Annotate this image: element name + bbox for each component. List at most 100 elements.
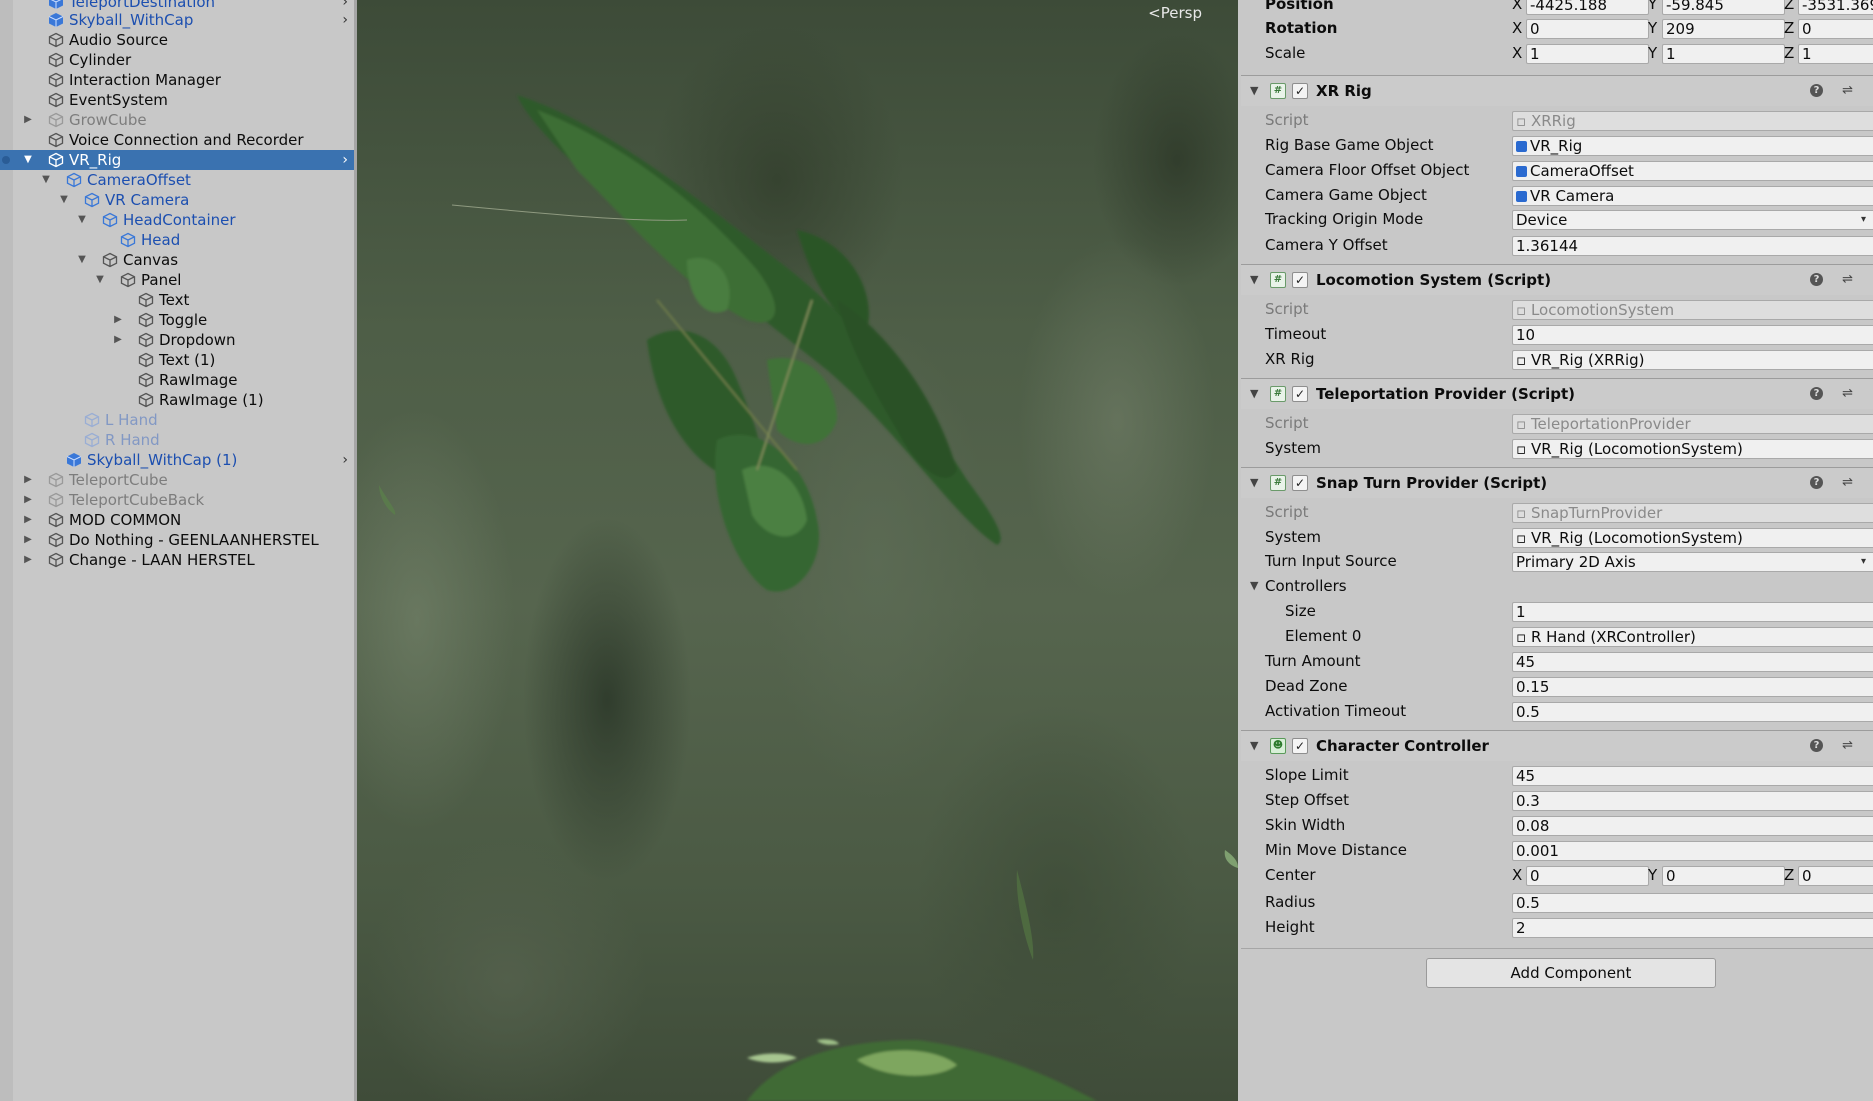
element0-field[interactable]: ▫ R Hand (XRController) [1512, 627, 1873, 647]
scene-view[interactable]: <Persp [357, 0, 1238, 1101]
hierarchy-item[interactable]: ▶ TeleportCubeBack [0, 490, 354, 510]
hierarchy-item[interactable]: ▼ VR Camera [0, 190, 354, 210]
help-icon[interactable]: ? [1810, 84, 1823, 97]
help-icon[interactable]: ? [1810, 476, 1823, 489]
rotation-y-field[interactable]: 209 [1662, 19, 1785, 39]
teleportation-provider-header[interactable]: ▼ # ✓ Teleportation Provider (Script) ? … [1241, 378, 1873, 409]
position-y-field[interactable]: -59.845 [1662, 0, 1785, 15]
center-y-field[interactable]: 0 [1662, 866, 1785, 886]
help-icon[interactable]: ? [1810, 273, 1823, 286]
system-field[interactable]: ▫ VR_Rig (LocomotionSystem) [1512, 439, 1873, 459]
hierarchy-item[interactable]: ▶ Toggle [0, 310, 354, 330]
activation-timeout-field[interactable]: 0.5 [1512, 702, 1873, 722]
foldout-right-icon[interactable]: ▶ [112, 330, 124, 350]
scale-y-field[interactable]: 1 [1662, 44, 1785, 64]
hierarchy-item[interactable]: RawImage (1) [0, 390, 354, 410]
foldout-right-icon[interactable]: ▶ [22, 530, 34, 550]
xr-rig-header[interactable]: ▼ # ✓ XR Rig ? ⇌ [1241, 75, 1873, 106]
camera-go-field[interactable]: VR Camera [1512, 186, 1873, 206]
open-prefab-arrow-icon[interactable]: › [342, 450, 348, 470]
size-field[interactable]: 1 [1512, 602, 1873, 622]
hierarchy-item[interactable]: R Hand [0, 430, 354, 450]
presets-icon[interactable]: ⇌ [1842, 468, 1853, 498]
hierarchy-item[interactable]: Head [0, 230, 354, 250]
step-offset-field[interactable]: 0.3 [1512, 791, 1873, 811]
add-component-button[interactable]: Add Component [1426, 958, 1716, 988]
hierarchy-item[interactable]: Text [0, 290, 354, 310]
foldout-down-icon[interactable]: ▼ [22, 150, 34, 170]
min-move-distance-field[interactable]: 0.001 [1512, 841, 1873, 861]
enabled-checkbox[interactable]: ✓ [1292, 272, 1308, 288]
enabled-checkbox[interactable]: ✓ [1292, 475, 1308, 491]
tracking-origin-dropdown[interactable]: Device ▾ [1512, 210, 1873, 230]
rotation-x-field[interactable]: 0 [1526, 19, 1649, 39]
hierarchy-item[interactable]: Voice Connection and Recorder [0, 130, 354, 150]
hierarchy-item[interactable]: RawImage [0, 370, 354, 390]
foldout-down-icon[interactable]: ▼ [94, 270, 106, 290]
turn-amount-field[interactable]: 45 [1512, 652, 1873, 672]
presets-icon[interactable]: ⇌ [1842, 265, 1853, 295]
hierarchy-item[interactable]: ▼ Panel [0, 270, 354, 290]
system-field[interactable]: ▫ VR_Rig (LocomotionSystem) [1512, 528, 1873, 548]
center-x-field[interactable]: 0 [1526, 866, 1649, 886]
inspector-panel[interactable]: Position X -4425.188 Y -59.845 Z -3531.3… [1241, 0, 1873, 1101]
presets-icon[interactable]: ⇌ [1842, 76, 1853, 106]
hierarchy-item[interactable]: L Hand [0, 410, 354, 430]
snap-turn-provider-header[interactable]: ▼ # ✓ Snap Turn Provider (Script) ? ⇌ [1241, 467, 1873, 498]
scale-z-field[interactable]: 1 [1798, 44, 1873, 64]
dead-zone-field[interactable]: 0.15 [1512, 677, 1873, 697]
enabled-checkbox[interactable]: ✓ [1292, 386, 1308, 402]
slope-limit-field[interactable]: 45 [1512, 766, 1873, 786]
position-z-field[interactable]: -3531.369 [1798, 0, 1873, 15]
turn-input-dropdown[interactable]: Primary 2D Axis ▾ [1512, 552, 1873, 572]
foldout-right-icon[interactable]: ▶ [22, 110, 34, 130]
controllers-label[interactable]: Controllers [1265, 575, 1347, 597]
skin-width-field[interactable]: 0.08 [1512, 816, 1873, 836]
foldout-right-icon[interactable]: ▶ [22, 510, 34, 530]
hierarchy-item[interactable]: EventSystem [0, 90, 354, 110]
hierarchy-item[interactable]: ▶ MOD COMMON [0, 510, 354, 530]
rig-base-field[interactable]: VR_Rig [1512, 136, 1873, 156]
foldout-down-icon[interactable]: ▼ [1250, 468, 1258, 498]
camera-y-offset-field[interactable]: 1.36144 [1512, 236, 1873, 256]
foldout-down-icon[interactable]: ▼ [1250, 731, 1258, 761]
foldout-right-icon[interactable]: ▶ [22, 490, 34, 510]
foldout-down-icon[interactable]: ▼ [1250, 379, 1258, 409]
hierarchy-item[interactable]: ▶ Do Nothing - GEENLAANHERSTEL [0, 530, 354, 550]
floor-offset-field[interactable]: CameraOffset [1512, 161, 1873, 181]
foldout-right-icon[interactable]: ▶ [22, 550, 34, 570]
hierarchy-item[interactable]: ▶ TeleportCube [0, 470, 354, 490]
rotation-z-field[interactable]: 0 [1798, 19, 1873, 39]
hierarchy-item[interactable]: ▼ CameraOffset [0, 170, 354, 190]
foldout-down-icon[interactable]: ▼ [1250, 265, 1258, 295]
help-icon[interactable]: ? [1810, 739, 1823, 752]
open-prefab-arrow-icon[interactable]: › [342, 10, 348, 30]
foldout-right-icon[interactable]: ▶ [22, 470, 34, 490]
hierarchy-item[interactable]: Cylinder [0, 50, 354, 70]
radius-field[interactable]: 0.5 [1512, 893, 1873, 913]
foldout-down-icon[interactable]: ▼ [40, 170, 52, 190]
enabled-checkbox[interactable]: ✓ [1292, 738, 1308, 754]
camera-mode-label[interactable]: <Persp [1148, 4, 1202, 22]
hierarchy-item[interactable]: ▶ GrowCube [0, 110, 354, 130]
scale-x-field[interactable]: 1 [1526, 44, 1649, 64]
foldout-down-icon[interactable]: ▼ [76, 210, 88, 230]
enabled-checkbox[interactable]: ✓ [1292, 83, 1308, 99]
hierarchy-item[interactable]: ▼ HeadContainer [0, 210, 354, 230]
locomotion-system-header[interactable]: ▼ # ✓ Locomotion System (Script) ? ⇌ [1241, 264, 1873, 295]
center-z-field[interactable]: 0 [1798, 866, 1873, 886]
hierarchy-item[interactable]: Skyball_WithCap › [0, 10, 354, 30]
foldout-down-icon[interactable]: ▼ [1250, 575, 1258, 597]
hierarchy-panel[interactable]: TeleportDestination › Skyball_WithCap › Audi… [0, 0, 357, 1101]
character-controller-header[interactable]: ▼ ☻ ✓ Character Controller ? ⇌ [1241, 730, 1873, 761]
hierarchy-item[interactable]: ▼ VR_Rig › [0, 150, 354, 170]
position-x-field[interactable]: -4425.188 [1526, 0, 1649, 15]
hierarchy-item[interactable]: Text (1) [0, 350, 354, 370]
timeout-field[interactable]: 10 [1512, 325, 1873, 345]
foldout-down-icon[interactable]: ▼ [1250, 76, 1258, 106]
xr-rig-ref-field[interactable]: ▫ VR_Rig (XRRig) [1512, 350, 1873, 370]
foldout-down-icon[interactable]: ▼ [76, 250, 88, 270]
hierarchy-item[interactable]: Interaction Manager [0, 70, 354, 90]
hierarchy-item[interactable]: ▶ Dropdown [0, 330, 354, 350]
hierarchy-item[interactable]: Audio Source [0, 30, 354, 50]
